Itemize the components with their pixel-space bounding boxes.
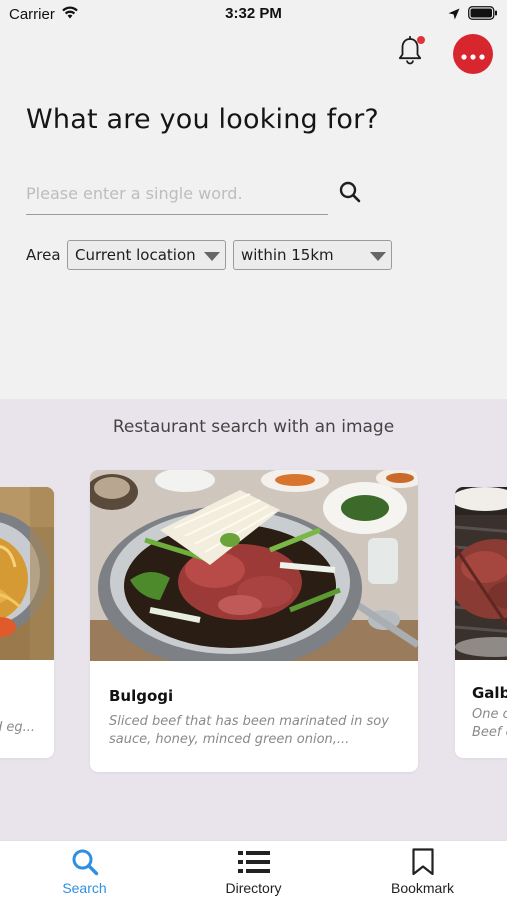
- tab-directory[interactable]: Directory: [169, 841, 338, 901]
- page-title: What are you looking for?: [26, 104, 379, 135]
- image-search-section: Restaurant search with an image d eg...: [0, 399, 507, 840]
- food-card-description: One c Beef c: [472, 706, 507, 742]
- search-icon: [70, 848, 100, 876]
- battery-icon: [468, 6, 498, 24]
- search-field-wrapper: [26, 176, 328, 215]
- food-image: [455, 487, 507, 660]
- food-image: [90, 470, 418, 661]
- search-button[interactable]: [336, 180, 364, 208]
- tab-label: Search: [62, 880, 107, 896]
- chevron-down-icon: [370, 252, 386, 261]
- food-card-description: d eg...: [0, 720, 36, 735]
- food-card-description-line: One c: [472, 707, 507, 722]
- radius-select[interactable]: within 15km: [233, 240, 392, 270]
- more-dots-icon: [461, 45, 485, 64]
- food-card-description: Sliced beef that has been marinated in s…: [109, 714, 389, 747]
- tab-bookmark[interactable]: Bookmark: [338, 841, 507, 901]
- area-label: Area: [26, 246, 61, 264]
- radius-select-value: within 15km: [241, 246, 334, 264]
- more-options-button[interactable]: [453, 34, 493, 74]
- chevron-down-icon: [204, 252, 220, 261]
- location-select[interactable]: Current location: [67, 240, 226, 270]
- tab-search[interactable]: Search: [0, 841, 169, 901]
- status-bar: Carrier 3:32 PM: [0, 0, 507, 28]
- status-right: [448, 6, 498, 24]
- location-select-value: Current location: [75, 246, 196, 264]
- list-icon: [237, 848, 270, 876]
- tab-label: Bookmark: [390, 880, 455, 896]
- search-input[interactable]: [26, 176, 328, 210]
- location-arrow-icon: [448, 7, 460, 24]
- food-image: [0, 487, 54, 660]
- search-icon: [338, 180, 362, 208]
- image-search-title: Restaurant search with an image: [112, 417, 395, 437]
- status-time: 3:32 PM: [225, 5, 282, 22]
- tab-bar: Search Directory Bookmark: [0, 840, 507, 901]
- food-card-name: Bulgogi: [109, 687, 174, 705]
- food-card-description-line: Beef c: [472, 725, 507, 740]
- notifications-button[interactable]: [393, 35, 427, 70]
- food-card[interactable]: Bulgogi Sliced beef that has been marina…: [90, 470, 418, 772]
- food-card-name: Galb: [472, 684, 507, 702]
- tab-label: Directory: [225, 880, 282, 896]
- food-card[interactable]: Galb One c Beef c: [455, 487, 507, 758]
- food-card[interactable]: d eg...: [0, 487, 54, 758]
- bookmark-icon: [411, 848, 435, 876]
- notification-badge: [417, 36, 425, 44]
